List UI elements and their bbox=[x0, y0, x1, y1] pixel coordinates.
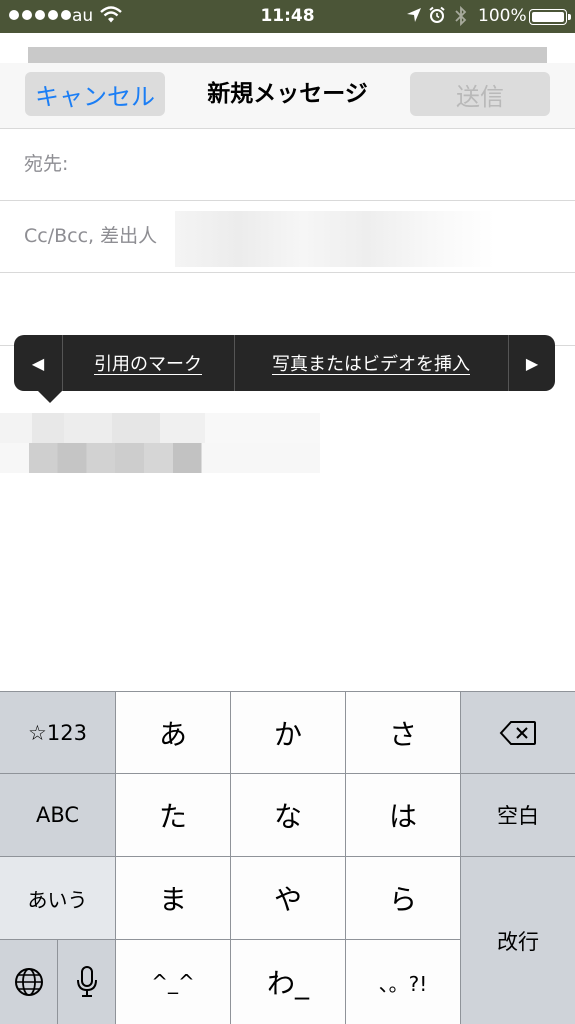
menu-pointer bbox=[38, 391, 62, 403]
microphone-icon bbox=[76, 966, 97, 997]
punctuation-key[interactable]: 、。?! bbox=[346, 940, 460, 1024]
delete-backspace-icon bbox=[499, 720, 536, 745]
dictation-key[interactable] bbox=[58, 940, 115, 1024]
background-card bbox=[28, 47, 547, 63]
kana-sa-key[interactable]: さ bbox=[346, 692, 460, 773]
kana-ha-key[interactable]: は bbox=[346, 774, 460, 856]
kana-ta-key[interactable]: た bbox=[116, 774, 230, 856]
signature-redacted bbox=[0, 413, 320, 473]
punctuation-key-label: 、。?! bbox=[378, 971, 428, 996]
menu-next-button[interactable]: ▶ bbox=[509, 335, 555, 391]
navigation-bar: キャンセル 新規メッセージ 送信 bbox=[0, 63, 575, 129]
battery-icon bbox=[529, 9, 571, 25]
to-field[interactable]: 宛先: bbox=[0, 130, 575, 201]
edit-menu: ◀ 引用のマーク 写真またはビデオを挿入 ▶ bbox=[14, 335, 555, 403]
kana-wa-key[interactable]: わ_ bbox=[231, 940, 345, 1024]
cc-bcc-from-field[interactable]: Cc/Bcc, 差出人 bbox=[0, 202, 575, 273]
sender-address-redacted bbox=[175, 211, 495, 267]
kana-ra-key[interactable]: ら bbox=[346, 857, 460, 939]
battery-percentage: 100% bbox=[478, 6, 527, 26]
emoticon-key[interactable]: ^_^ bbox=[116, 940, 230, 1024]
japanese-keyboard: ☆123 あ か さ ABC た な は 空白 あいう ま や ら 改行 ^_^… bbox=[0, 691, 575, 1024]
status-bar: au 11:48 100% bbox=[0, 0, 575, 33]
kana-na-key[interactable]: な bbox=[231, 774, 345, 856]
quote-mark-menu-item[interactable]: 引用のマーク bbox=[62, 335, 234, 391]
globe-icon bbox=[14, 968, 43, 996]
send-button[interactable]: 送信 bbox=[410, 72, 550, 116]
bluetooth-icon bbox=[455, 5, 467, 27]
to-field-label: 宛先: bbox=[24, 153, 69, 175]
emoticon-key-label: ^_^ bbox=[151, 970, 195, 994]
kana-ya-key[interactable]: や bbox=[231, 857, 345, 939]
globe-key[interactable] bbox=[0, 940, 57, 1024]
insert-photo-video-menu-item[interactable]: 写真またはビデオを挿入 bbox=[234, 335, 508, 391]
kana-a-key[interactable]: あ bbox=[116, 692, 230, 773]
menu-previous-button[interactable]: ◀ bbox=[14, 335, 62, 391]
number-mode-key[interactable]: ☆123 bbox=[0, 692, 115, 773]
return-key[interactable]: 改行 bbox=[461, 857, 575, 1024]
space-key[interactable]: 空白 bbox=[461, 774, 575, 856]
location-arrow-icon bbox=[407, 8, 421, 22]
kana-ma-key[interactable]: ま bbox=[116, 857, 230, 939]
cc-bcc-from-label: Cc/Bcc, 差出人 bbox=[24, 225, 158, 247]
kana-ka-key[interactable]: か bbox=[231, 692, 345, 773]
delete-key[interactable] bbox=[461, 692, 575, 773]
alarm-clock-icon bbox=[429, 6, 445, 23]
kana-mode-key[interactable]: あいう bbox=[0, 857, 115, 939]
abc-mode-key[interactable]: ABC bbox=[0, 774, 115, 856]
